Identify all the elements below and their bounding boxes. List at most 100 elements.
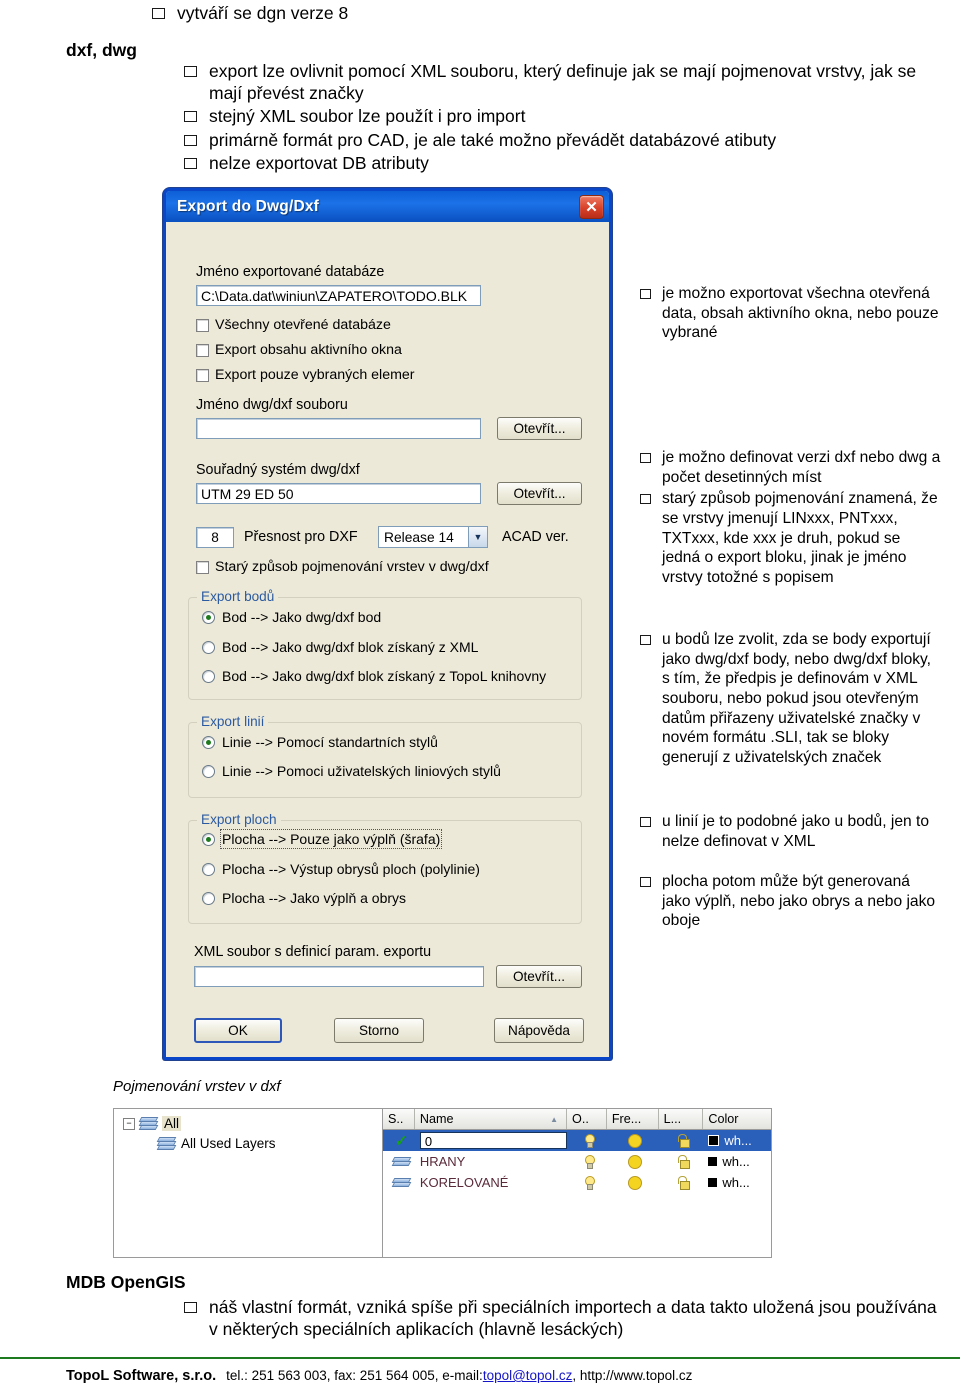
checkbox-box[interactable] xyxy=(196,368,209,382)
group-points-label: Export bodů xyxy=(197,589,279,604)
label-coordinate-system: Souřadný systém dwg/dxf xyxy=(196,462,360,478)
radio-point-as-block-library[interactable]: Bod --> Jako dwg/dxf blok získaný z Topo… xyxy=(202,668,546,684)
group-export-areas: Export ploch Plocha --> Pouze jako výplň… xyxy=(188,812,582,924)
footer-divider xyxy=(0,1357,960,1359)
tree-node-all[interactable]: − All xyxy=(123,1116,182,1131)
tree-node-all-used-layers[interactable]: All Used Layers xyxy=(156,1136,276,1151)
browse-file-button[interactable]: Otevřít... xyxy=(497,417,582,440)
radio-point-as-block-xml[interactable]: Bod --> Jako dwg/dxf blok získaný z XML xyxy=(202,639,478,655)
bulb-icon[interactable] xyxy=(584,1155,596,1169)
note-text: u bodů lze zvolit, zda se body exportují… xyxy=(662,631,932,766)
radio-circle[interactable] xyxy=(202,735,215,749)
footer: TopoL Software, s.r.o. tel.: 251 563 003… xyxy=(66,1368,692,1384)
color-swatch[interactable] xyxy=(708,1178,718,1187)
xml-param-file-input[interactable] xyxy=(194,966,484,987)
radio-line-standard-styles[interactable]: Linie --> Pomocí standartních stylů xyxy=(202,734,438,750)
column-status[interactable]: S.. xyxy=(383,1109,415,1129)
export-dwg-dxf-dialog: Export do Dwg/Dxf ✕ Jméno exportované da… xyxy=(163,188,612,1060)
column-on[interactable]: O.. xyxy=(567,1109,607,1129)
footer-email-link[interactable]: topol@topol.cz xyxy=(483,1368,573,1383)
checkbox-export-selected-only[interactable]: Export pouze vybraných elemer xyxy=(196,367,415,383)
color-swatch[interactable] xyxy=(708,1157,718,1166)
color-label: wh... xyxy=(724,1133,752,1148)
padlock-icon[interactable] xyxy=(677,1134,691,1148)
chevron-down-icon[interactable]: ▼ xyxy=(468,527,487,547)
checkbox-box[interactable] xyxy=(196,560,209,574)
checkbox-all-open-databases[interactable]: Všechny otevřené databáze xyxy=(196,317,391,333)
dialog-titlebar[interactable]: Export do Dwg/Dxf ✕ xyxy=(166,191,609,222)
layer-icon xyxy=(391,1178,412,1187)
note-points-export: u bodů lze zvolit, zda se body exportují… xyxy=(640,630,942,769)
help-button[interactable]: Nápověda xyxy=(494,1018,584,1043)
checkbox-label: Starý způsob pojmenování vrstev v dwg/dx… xyxy=(215,559,489,575)
mdb-bullet-row: náš vlastní formát, vzniká spíše při spe… xyxy=(184,1296,944,1340)
table-row[interactable]: KORELOVANÉ wh... xyxy=(383,1172,771,1193)
sun-icon[interactable] xyxy=(628,1175,643,1190)
radio-area-fill-only[interactable]: Plocha --> Pouze jako výplň (šrafa) xyxy=(202,829,443,849)
checkbox-box[interactable] xyxy=(196,318,209,332)
radio-circle[interactable] xyxy=(202,610,215,624)
radio-line-user-styles[interactable]: Linie --> Pomoci uživatelských liniových… xyxy=(202,763,501,779)
bullet-square-icon xyxy=(640,453,651,463)
browse-crs-button[interactable]: Otevřít... xyxy=(497,482,582,505)
bullet-item-4: nelze exportovat DB atributy xyxy=(209,152,429,173)
checkbox-box[interactable] xyxy=(196,343,209,357)
ok-button[interactable]: OK xyxy=(194,1018,282,1043)
radio-circle[interactable] xyxy=(202,862,215,876)
radio-area-outline-polyline[interactable]: Plocha --> Výstup obrysů ploch (polylini… xyxy=(202,861,480,877)
checkbox-old-layer-naming[interactable]: Starý způsob pojmenování vrstev v dwg/dx… xyxy=(196,559,489,575)
radio-label: Plocha --> Jako výplň a obrys xyxy=(222,890,407,906)
coordinate-system-input[interactable]: UTM 29 ED 50 xyxy=(196,483,481,504)
color-label: wh... xyxy=(722,1175,750,1190)
column-name[interactable]: Name ▲ xyxy=(415,1109,568,1129)
bulb-icon[interactable] xyxy=(584,1176,596,1190)
layer-naming-caption: Pojmenování vrstev v dxf xyxy=(113,1078,281,1095)
group-export-points: Export bodů Bod --> Jako dwg/dxf bod Bod… xyxy=(188,589,582,700)
bullet-square-icon xyxy=(184,66,197,77)
table-row[interactable]: ✓ 0 wh... xyxy=(383,1130,771,1151)
radio-point-as-point[interactable]: Bod --> Jako dwg/dxf bod xyxy=(202,609,381,625)
radio-circle[interactable] xyxy=(202,669,215,683)
cancel-button[interactable]: Storno xyxy=(334,1018,424,1043)
section-title-dxf-dwg: dxf, dwg xyxy=(66,40,137,60)
bullet-item-1: export lze ovlivnit pomocí XML souboru, … xyxy=(209,61,917,104)
dxf-precision-input[interactable]: 8 xyxy=(196,527,234,548)
checkbox-export-active-window[interactable]: Export obsahu aktivního okna xyxy=(196,342,402,358)
bullet-square-icon xyxy=(152,8,165,19)
dialog-content: Jméno exportované databáze C:\Data.dat\w… xyxy=(166,222,609,1088)
bullet-square-icon xyxy=(640,635,651,645)
layer-name-editor[interactable]: 0 xyxy=(419,1132,568,1149)
layer-list-grid[interactable]: S.. Name ▲ O.. Fre... L... Color ✓ 0 wh.… xyxy=(382,1108,772,1258)
radio-circle[interactable] xyxy=(202,640,215,654)
table-row[interactable]: HRANY wh... xyxy=(383,1151,771,1172)
column-lock[interactable]: L... xyxy=(659,1109,704,1129)
acad-version-select[interactable]: Release 14 ▼ xyxy=(378,526,488,548)
sun-icon[interactable] xyxy=(628,1154,643,1169)
radio-circle[interactable] xyxy=(202,832,215,846)
layer-name-label: HRANY xyxy=(419,1154,466,1169)
note-text: plocha potom může být generovaná jako vý… xyxy=(662,873,936,930)
bulb-icon[interactable] xyxy=(584,1134,596,1148)
database-path-input[interactable]: C:\Data.dat\winiun\ZAPATERO\TODO.BLK xyxy=(196,285,481,306)
radio-area-fill-and-outline[interactable]: Plocha --> Jako výplň a obrys xyxy=(202,890,406,906)
padlock-icon[interactable] xyxy=(677,1176,691,1190)
check-icon: ✓ xyxy=(395,1132,408,1150)
tree-node-label: All Used Layers xyxy=(181,1136,276,1151)
sort-ascending-icon: ▲ xyxy=(550,1114,559,1124)
color-swatch[interactable] xyxy=(708,1135,720,1146)
radio-circle[interactable] xyxy=(202,764,215,778)
section-title-mdb-opengis: MDB OpenGIS xyxy=(66,1272,186,1292)
bullet-square-icon xyxy=(184,111,197,123)
padlock-icon[interactable] xyxy=(677,1155,691,1169)
top-bullet-row: vytváří se dgn verze 8 xyxy=(152,2,852,24)
layer-filter-tree[interactable]: − All All Used Layers xyxy=(113,1108,383,1258)
close-icon[interactable]: ✕ xyxy=(579,195,604,219)
dwg-dxf-file-input[interactable] xyxy=(196,418,481,439)
column-color[interactable]: Color xyxy=(703,1109,771,1129)
column-freeze[interactable]: Fre... xyxy=(607,1109,659,1129)
radio-circle[interactable] xyxy=(202,891,215,905)
browse-xml-button[interactable]: Otevřít... xyxy=(496,965,582,988)
expand-collapse-icon[interactable]: − xyxy=(123,1117,135,1130)
sun-icon[interactable] xyxy=(628,1133,643,1148)
tree-node-label: All xyxy=(162,1116,182,1131)
